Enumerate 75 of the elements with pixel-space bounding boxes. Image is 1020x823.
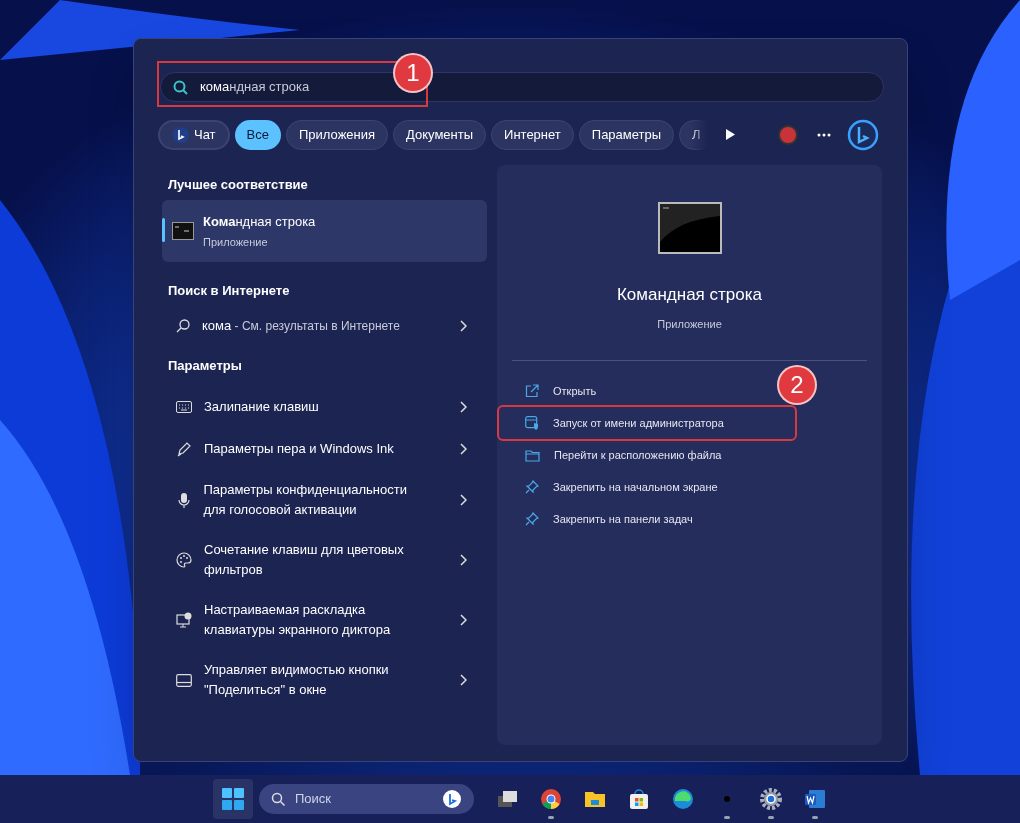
running-indicator: [724, 816, 730, 819]
section-heading: Лучшее соответствие: [167, 176, 309, 195]
palette-icon: [176, 552, 192, 568]
action-item[interactable]: Перейти к расположению файла: [507, 439, 872, 471]
search-text: командная строка: [200, 78, 310, 97]
web-search-text: кома - См. результаты в Интернете: [202, 317, 401, 336]
windows-logo-icon: [222, 788, 244, 810]
preview-subtitle: Приложение: [657, 316, 722, 332]
dot-icon: [724, 796, 730, 802]
filter-tab[interactable]: Документы: [393, 120, 487, 150]
best-match-item[interactable]: Командная строка Приложение: [162, 200, 487, 262]
action-item[interactable]: Закрепить на панели задач: [507, 503, 872, 535]
settings-label: Залипание клавиш: [204, 398, 320, 416]
chevron-right-icon: [459, 674, 467, 686]
chevron-right-icon: [459, 443, 467, 455]
settings-item[interactable]: Параметры конфиденциальности для голосовой активации: [162, 470, 487, 530]
settings-item[interactable]: Настраиваемая раскладка клавиатуры экранного диктора: [162, 590, 487, 650]
running-indicator: [812, 816, 818, 819]
document-w-icon: [803, 787, 827, 811]
settings-item[interactable]: Параметры пера и Windows Ink: [162, 428, 487, 470]
search-icon: [173, 79, 188, 95]
folder-icon: [525, 448, 540, 462]
web-search-item[interactable]: кома - См. результаты в Интернете: [162, 306, 487, 346]
terminal-window-icon: [657, 202, 722, 254]
chevron-right-icon: [459, 401, 467, 413]
start-button[interactable]: [213, 779, 253, 819]
section-heading: Поиск в Интернете: [167, 281, 291, 300]
play-icon[interactable]: [725, 128, 736, 141]
chevron-right-icon: [459, 320, 467, 332]
action-item[interactable]: Закрепить на начальном экране: [507, 471, 872, 503]
settings-label: Сочетание клавиш для цветовых фильтров: [204, 541, 405, 579]
pin-icon: [525, 512, 539, 526]
section-heading: Параметры: [167, 357, 243, 376]
more-options-icon[interactable]: [817, 133, 831, 137]
settings-item[interactable]: Управляет видимостью кнопки "Поделиться" в окне: [162, 650, 487, 710]
settings-label: Настраиваемая раскладка клавиатуры экранного диктора: [204, 601, 392, 639]
search-icon: [271, 792, 285, 806]
chevron-right-icon: [459, 614, 467, 626]
terminal-window-icon: [172, 222, 194, 240]
search-icon: [176, 319, 190, 333]
gear-icon: [759, 787, 783, 811]
pin-icon: [525, 480, 539, 494]
shield-window-icon: [525, 416, 539, 430]
pen-icon: [176, 441, 192, 457]
filter-tab[interactable]: Интернет: [491, 120, 574, 150]
taskbar-search-field[interactable]: Поиск: [259, 784, 474, 814]
settings-item[interactable]: Залипание клавиш: [162, 386, 487, 428]
shopping-bag-icon: [627, 787, 651, 811]
settings-label: Параметры пера и Windows Ink: [204, 440, 395, 458]
running-indicator: [548, 816, 554, 819]
settings-item[interactable]: Сочетание клавиш для цветовых фильтров: [162, 530, 487, 590]
chevron-right-icon: [459, 494, 467, 506]
wave-logo-icon: [671, 787, 695, 811]
search-placeholder: Поиск: [295, 790, 333, 809]
action-item[interactable]: Запуск от имени администратора: [499, 407, 795, 439]
chat-logo-icon[interactable]: [847, 119, 879, 151]
result-title: Командная строка: [203, 212, 316, 231]
selection-indicator: [162, 218, 165, 242]
window-icon: [176, 673, 192, 687]
open-external-icon: [525, 384, 539, 398]
filter-tab[interactable]: Параметры: [578, 120, 675, 150]
keyboard-icon: [176, 401, 192, 413]
filter-tab[interactable]: Приложения: [286, 120, 389, 150]
settings-label: Управляет видимостью кнопки "Поделиться" в окне: [204, 661, 390, 699]
filter-tab[interactable]: Чат: [158, 120, 230, 150]
chevron-right-icon: [459, 554, 467, 566]
running-indicator: [768, 816, 774, 819]
result-subtitle: Приложение: [203, 235, 269, 250]
chat-logo-icon: [172, 126, 190, 144]
settings-label: Параметры конфиденциальности для голосовой активации: [203, 481, 408, 519]
chat-logo-icon: [442, 789, 462, 809]
browser-logo-icon: [539, 787, 563, 811]
preview-title: Командная строка: [616, 284, 762, 306]
microphone-icon: [177, 491, 190, 509]
monitor-icon: [176, 612, 192, 628]
